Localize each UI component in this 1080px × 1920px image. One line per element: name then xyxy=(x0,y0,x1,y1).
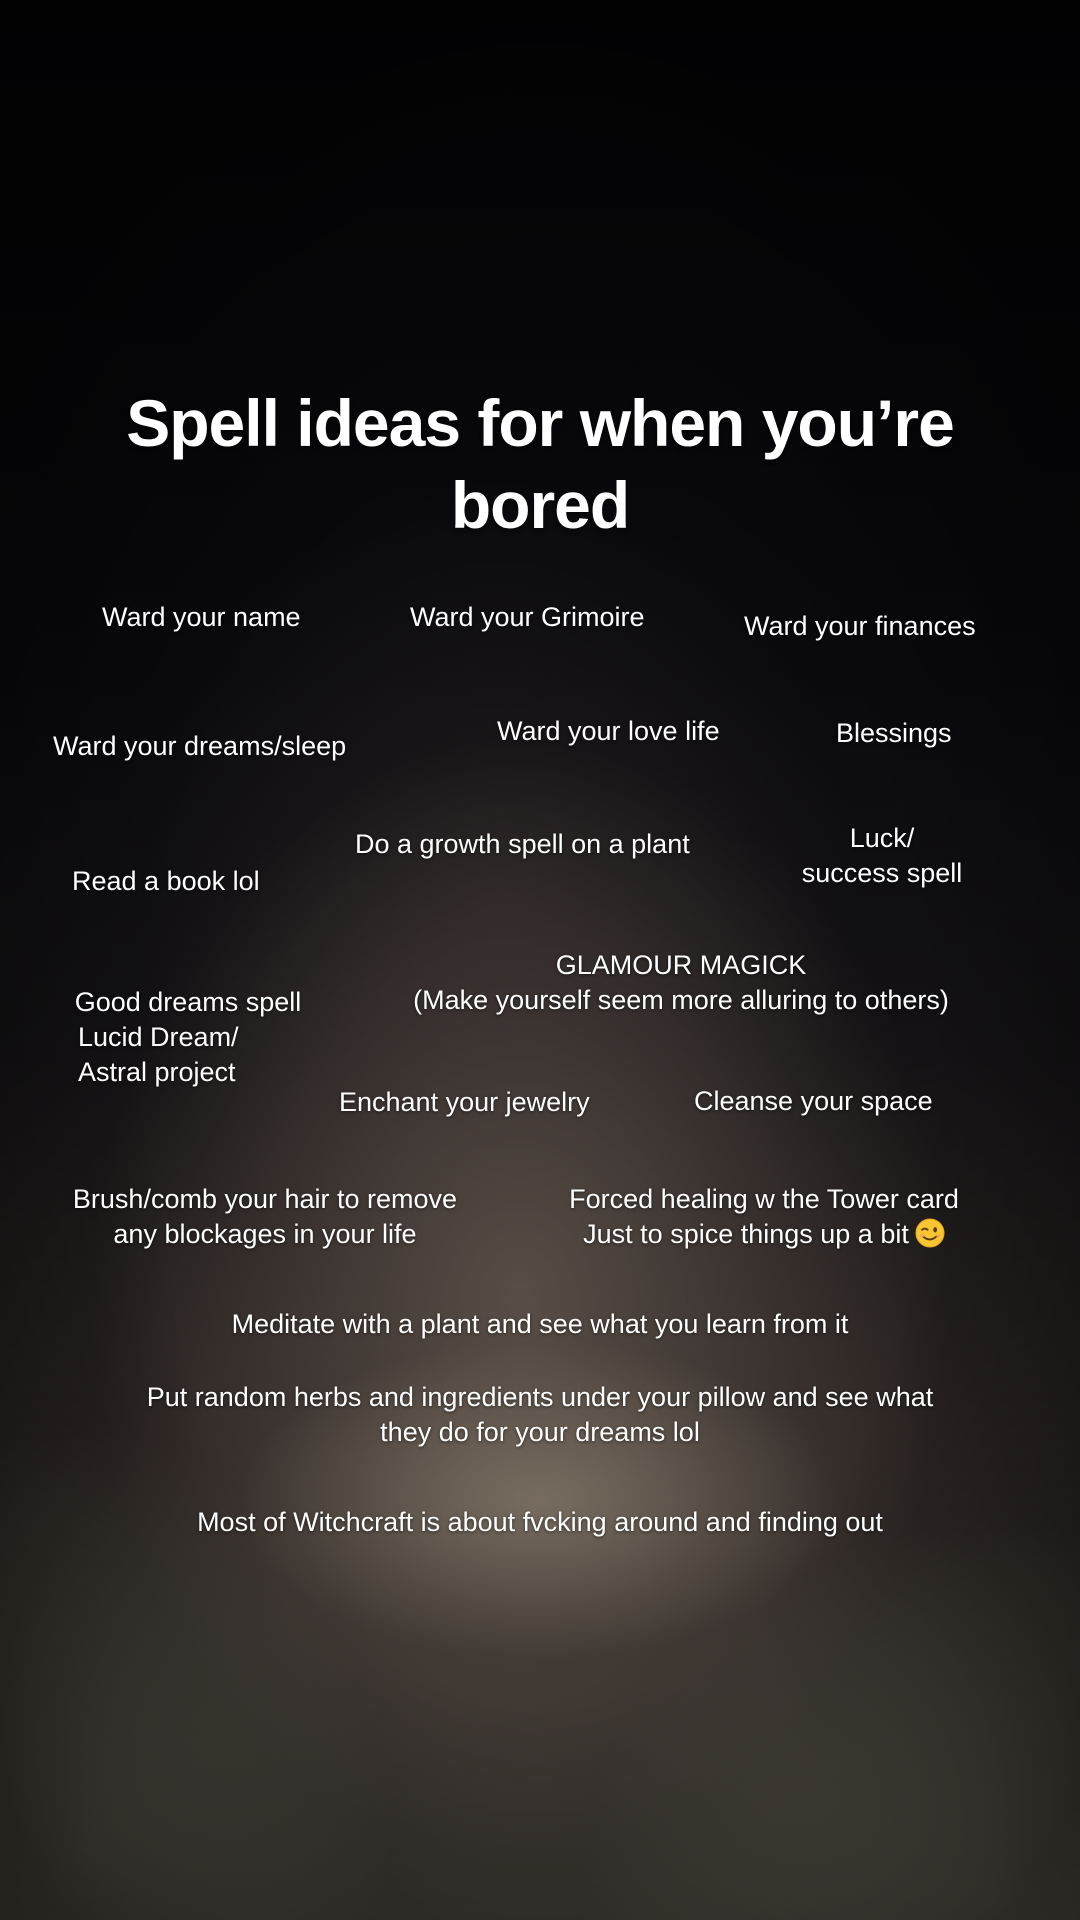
note-luck-line-2: success spell xyxy=(801,858,963,888)
note-tower-line-2: Just to spice things up a bit xyxy=(583,1219,909,1249)
note-blessings: Blessings xyxy=(836,718,952,748)
note-tower-line-1: Forced healing w the Tower card xyxy=(569,1184,959,1214)
note-dreams-line-2: Lucid Dream/ xyxy=(78,1022,239,1052)
story-canvas: Spell ideas for when you’re bored Ward y… xyxy=(0,0,1080,1920)
note-ward-grimoire: Ward your Grimoire xyxy=(410,602,645,632)
note-luck-spell: Luck/ success spell xyxy=(790,821,974,891)
page-title: Spell ideas for when you’re bored xyxy=(126,386,955,542)
note-herbs-line-1: Put random herbs and ingredients under y… xyxy=(146,1382,934,1412)
note-ward-name: Ward your name xyxy=(102,602,301,632)
note-meditate: Meditate with a plant and see what you l… xyxy=(231,1309,849,1339)
note-read-book: Read a book lol xyxy=(72,866,260,896)
note-glamour-line-1: GLAMOUR MAGICK xyxy=(555,950,807,980)
note-glamour-line-2: (Make yourself seem more alluring to oth… xyxy=(413,985,949,1015)
note-ward-finances: Ward your finances xyxy=(744,611,976,641)
note-brush-hair: Brush/comb your hair to remove any block… xyxy=(50,1182,480,1252)
note-tower-card: Forced healing w the Tower card Just to … xyxy=(544,1182,984,1252)
note-tower-line-2-wrap: Just to spice things up a bit xyxy=(544,1217,984,1252)
note-ward-dreams: Ward your dreams/sleep xyxy=(53,731,347,761)
note-ward-love: Ward your love life xyxy=(497,716,720,746)
note-luck-line-1: Luck/ xyxy=(849,823,915,853)
note-glamour-magick: GLAMOUR MAGICK (Make yourself seem more … xyxy=(381,948,981,1018)
note-good-dreams: Good dreams spell Lucid Dream/ Astral pr… xyxy=(62,985,314,1090)
note-dreams-line-3: Astral project xyxy=(78,1057,236,1087)
note-cleanse-space: Cleanse your space xyxy=(694,1086,933,1116)
note-herbs-line-2: they do for your dreams lol xyxy=(380,1417,700,1447)
note-witchcraft: Most of Witchcraft is about fvcking arou… xyxy=(197,1507,883,1537)
note-enchant-jewelry: Enchant your jewelry xyxy=(339,1087,590,1117)
note-herbs-pillow: Put random herbs and ingredients under y… xyxy=(40,1380,1040,1450)
winking-face-icon xyxy=(915,1218,945,1248)
note-growth-spell: Do a growth spell on a plant xyxy=(355,829,690,859)
note-brush-line-2: any blockages in your life xyxy=(113,1219,417,1249)
note-dreams-line-1: Good dreams spell xyxy=(74,987,302,1017)
note-brush-line-1: Brush/comb your hair to remove xyxy=(72,1184,458,1214)
